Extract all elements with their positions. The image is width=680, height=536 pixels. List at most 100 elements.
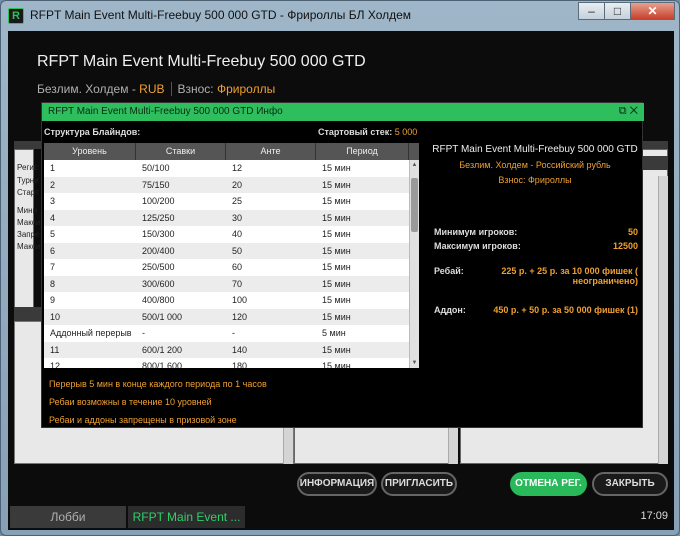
table-cell: 400/800 [142,295,175,305]
column-header[interactable]: Уровень [44,143,136,160]
blind-structure-table: Уровень Ставки Анте Период 1 50/100 12 15 м… [44,143,419,368]
rebuy-value-line1: 225 р. + 25 р. за 10 000 фишек ( [501,266,638,276]
table-cell: 30 [232,212,243,223]
table-row[interactable]: 5 150/300 40 15 мин [44,226,419,243]
game-label: Безлим. Холдем - [37,82,140,96]
table-cell: 50/100 [142,163,170,173]
table-cell: 5 мин [322,328,346,338]
tournament-subtitle: Безлим. Холдем - RUB Взнос: Фрироллы [37,82,275,96]
table-cell: 70 [232,278,243,289]
max-players: Максимум игроков: 12500 [434,241,638,251]
maximize-button[interactable]: □ [604,2,631,20]
note: Перерыв 5 мин в конце каждого периода по… [49,379,267,389]
table-row[interactable]: 9 400/800 100 15 мин [44,292,419,309]
invite-button[interactable]: ПРИГЛАСИТЬ [381,472,457,496]
column-header[interactable]: Период [316,143,409,160]
minimize-button[interactable]: – [578,2,605,20]
table-cell: 800/1 600 [142,361,183,368]
background-strip [14,307,44,321]
table-cell: 11 [50,344,60,355]
table-cell: 10 [50,311,61,322]
column-header[interactable]: Анте [226,143,316,160]
table-row[interactable]: 8 300/600 70 15 мин [44,275,419,292]
max-players-label: Максимум игроков: [434,241,521,251]
table-scrollbar[interactable]: ▲ ▼ [409,160,419,368]
table-cell: 100/200 [142,196,175,206]
table-cell: Аддонный перерыв [50,328,132,338]
tab-event[interactable]: RFPT Main Event ... [128,506,245,528]
scroll-thumb[interactable] [411,178,418,232]
table-cell: 15 мин [322,196,351,206]
note: Ребаи возможны в течение 10 уровней [49,397,212,407]
table-header: Уровень Ставки Анте Период [44,143,419,160]
tournament-info-popup: RFPT Main Event Multi-Freebuy 500 000 GT… [41,102,644,429]
title-bar[interactable]: R RFPT Main Event Multi-Freebuy 500 000 … [1,1,680,31]
rebuy-value: 225 р. + 25 р. за 10 000 фишек (неограни… [501,266,638,286]
table-cell: 15 мин [322,344,351,355]
min-players: Минимум игроков: 50 [434,227,638,237]
min-players-label: Минимум игроков: [434,227,518,237]
background-label: Регис [17,163,38,172]
notes: Перерыв 5 мин в конце каждого периода по… [49,375,267,429]
table-cell: 12 [232,163,243,173]
table-cell: 200/400 [142,245,175,256]
min-players-value: 50 [627,227,638,237]
table-cell: 25 [232,196,243,206]
table-cell: 8 [50,278,56,289]
table-row[interactable]: 2 75/150 20 15 мин [44,176,419,193]
table-cell: 180 [232,361,248,368]
table-cell: 12 [50,361,61,368]
table-cell: 250/500 [142,262,175,272]
table-cell: 2 [50,179,56,190]
table-cell: 15 мин [322,229,351,239]
max-players-value: 12500 [612,241,638,251]
rebuy: Ребай: 225 р. + 25 р. за 10 000 фишек (н… [434,266,638,292]
table-cell: 1 [50,163,56,173]
table-row[interactable]: 10 500/1 000 120 15 мин [44,308,419,325]
table-row[interactable]: 12 800/1 600 180 15 мин [44,358,419,368]
table-row[interactable]: 4 125/250 30 15 мин [44,209,419,226]
buyin-value: Фрироллы [216,82,276,96]
fee-label: Взнос: [498,175,528,185]
cancel-registration-button[interactable]: ОТМЕНА РЕГ. [510,472,587,496]
blind-structure-label: Структура Блайндов: [44,127,141,137]
column-header[interactable]: Ставки [136,143,226,160]
clock: 17:09 [640,510,668,522]
table-row[interactable]: 1 50/100 12 15 мин [44,160,419,177]
table-cell: 4 [50,212,56,223]
table-cell: 40 [232,229,243,239]
table-cell: 9 [50,295,56,305]
table-row[interactable]: 6 200/400 50 15 мин [44,242,419,259]
table-cell: 60 [232,262,243,272]
divider [170,82,172,96]
scroll-up-icon[interactable]: ▲ [410,160,419,170]
client-area: RFPT Main Event Multi-Freebuy 500 000 GT… [8,31,674,530]
table-row[interactable]: Аддонный перерыв - -5 мин [44,325,419,342]
close-window-button[interactable]: ✕ [630,2,675,20]
table-cell: - [232,328,235,338]
window-frame: R RFPT Main Event Multi-Freebuy 500 000 … [0,0,680,536]
table-cell: - [142,328,145,338]
buyin-label: Взнос: [177,82,217,96]
table-cell: 15 мин [322,278,351,289]
tournament-title: RFPT Main Event Multi-Freebuy 500 000 GT… [37,53,366,70]
background-label: Макси [17,242,41,251]
table-row[interactable]: 3 100/200 25 15 мин [44,193,419,210]
table-cell: 15 мин [322,179,351,190]
start-stack: Стартовый стек: 5 000 [318,127,417,137]
scroll-down-icon[interactable]: ▼ [410,358,419,368]
tab-lobby[interactable]: Лобби [10,506,126,528]
table-row[interactable]: 11 600/1 200 140 15 мин [44,341,419,358]
table-row[interactable]: 7 250/500 60 15 мин [44,259,419,276]
table-cell: 6 [50,245,56,256]
background-label: Турни [17,176,39,185]
info-button[interactable]: ИНФОРМАЦИЯ [297,472,377,496]
table-cell: 15 мин [322,163,351,173]
close-button[interactable]: ЗАКРЫТЬ [592,472,668,496]
summary-title: RFPT Main Event Multi-Freebuy 500 000 GT… [432,144,638,155]
table-cell: 50 [232,245,243,256]
rebuy-value-line2: неограничено) [572,276,638,286]
background-scrollbar[interactable] [658,176,668,464]
start-stack-value: 5 000 [394,127,418,137]
window-controls: – □ ✕ [578,2,675,20]
